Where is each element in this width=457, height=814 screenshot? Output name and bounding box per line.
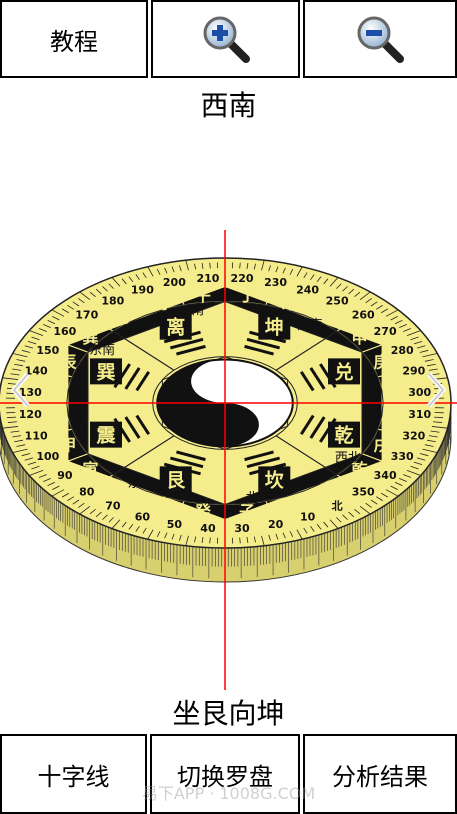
mountain-label: 卯 bbox=[49, 408, 65, 427]
degree-label: 280 bbox=[391, 344, 414, 357]
direction-word: 西北 bbox=[335, 451, 361, 466]
luopan-compass[interactable]: 190200 210 220 2302402502602702802903003103… bbox=[0, 230, 457, 690]
mountain-label: 寅 bbox=[83, 460, 99, 479]
direction-word: 西 bbox=[365, 380, 378, 395]
chevron-right-icon[interactable] bbox=[421, 370, 451, 410]
zoom-out-button[interactable] bbox=[303, 0, 457, 78]
direction-word: 西南 bbox=[296, 317, 322, 333]
trigram-name: 乾 bbox=[335, 424, 354, 447]
mountain-label: 戌 bbox=[374, 436, 390, 455]
tutorial-button[interactable]: 教程 bbox=[0, 0, 148, 78]
degree-label: 320 bbox=[402, 429, 425, 442]
magnifier-minus-icon bbox=[357, 16, 404, 63]
degree-label: 330 bbox=[391, 450, 414, 463]
degree-label: 240 bbox=[296, 283, 319, 296]
degree-label: 180 bbox=[101, 294, 124, 307]
degree-label: 40 bbox=[200, 522, 216, 535]
degree-label: 100 bbox=[36, 450, 59, 463]
mountain-label: 酉 bbox=[385, 380, 401, 399]
analysis-result-button[interactable]: 分析结果 bbox=[303, 734, 457, 814]
degree-label: 340 bbox=[374, 469, 397, 482]
crosshair-button-label: 十字线 bbox=[37, 762, 110, 791]
mountain-label: 丁 bbox=[239, 286, 255, 305]
degree-label: 30 bbox=[234, 522, 250, 535]
degree-label: 250 bbox=[326, 294, 349, 307]
crosshair-button[interactable]: 十字线 bbox=[0, 734, 147, 814]
mountain-label: 壬 bbox=[282, 494, 298, 513]
trigram-name: 离 bbox=[166, 316, 185, 339]
degree-label: 110 bbox=[25, 429, 48, 442]
mountain-label: 未 bbox=[281, 294, 298, 313]
mountain-label: 辰 bbox=[60, 352, 76, 371]
degree-label: 350 bbox=[352, 486, 375, 499]
degree-label: 190 bbox=[131, 283, 154, 296]
degree-label: 80 bbox=[79, 486, 95, 499]
mountain-label: 癸 bbox=[194, 502, 212, 521]
direction-word: 东南 bbox=[89, 342, 115, 358]
analysis-result-button-label: 分析结果 bbox=[332, 762, 428, 791]
degree-label: 150 bbox=[36, 344, 59, 357]
switch-compass-button[interactable]: 切换罗盘 bbox=[150, 734, 300, 814]
direction-word: 北 bbox=[246, 491, 259, 506]
degree-label: 230 bbox=[264, 276, 287, 289]
trigram-name: 震 bbox=[96, 425, 116, 447]
degree-label: 260 bbox=[352, 308, 375, 321]
direction-word: 南 bbox=[191, 302, 204, 318]
trigram-name: 坎 bbox=[265, 468, 284, 491]
mountain-label: 乙 bbox=[49, 380, 65, 399]
mountain-label: 庚 bbox=[374, 352, 390, 371]
degree-label: 200 bbox=[163, 276, 186, 289]
zoom-in-button[interactable] bbox=[151, 0, 300, 78]
degree-label: 210 bbox=[196, 272, 219, 285]
direction-word: 东 bbox=[72, 414, 85, 429]
trigram-name: 兑 bbox=[335, 360, 354, 383]
degree-label: 北 bbox=[332, 499, 343, 513]
degree-label: 90 bbox=[57, 469, 73, 482]
mountain-label: 坤 bbox=[320, 308, 336, 327]
mountain-label: 巳 bbox=[114, 308, 130, 327]
mountain-label: 亥 bbox=[320, 480, 336, 499]
trigram-name: 坤 bbox=[265, 316, 284, 339]
sitting-facing-label: 坐艮向坤 bbox=[172, 697, 285, 730]
mountain-label: 丑 bbox=[152, 494, 168, 513]
degree-label: 170 bbox=[75, 308, 98, 321]
mountain-label: 丙 bbox=[152, 294, 168, 313]
magnifier-plus-icon bbox=[203, 16, 250, 63]
degree-label: 270 bbox=[374, 325, 397, 338]
tutorial-button-label: 教程 bbox=[50, 27, 98, 56]
facing-direction: 西南 bbox=[200, 89, 257, 122]
degree-label: 160 bbox=[53, 325, 76, 338]
mountain-label: 申 bbox=[351, 328, 367, 347]
switch-compass-button-label: 切换罗盘 bbox=[177, 762, 273, 791]
trigram-name: 艮 bbox=[166, 469, 186, 491]
degree-label: 220 bbox=[231, 272, 254, 285]
trigram-name: 巽 bbox=[96, 361, 115, 383]
degree-label: 20 bbox=[268, 518, 284, 531]
mountain-label: 甲 bbox=[60, 436, 76, 455]
chevron-left-icon[interactable] bbox=[6, 370, 36, 410]
degree-label: 70 bbox=[105, 500, 121, 513]
degree-label: 10 bbox=[300, 511, 316, 524]
direction-word: 东北 bbox=[128, 476, 154, 491]
degree-label: 50 bbox=[167, 518, 183, 531]
degree-label: 60 bbox=[135, 511, 151, 524]
mountain-label: 辛 bbox=[385, 408, 401, 427]
